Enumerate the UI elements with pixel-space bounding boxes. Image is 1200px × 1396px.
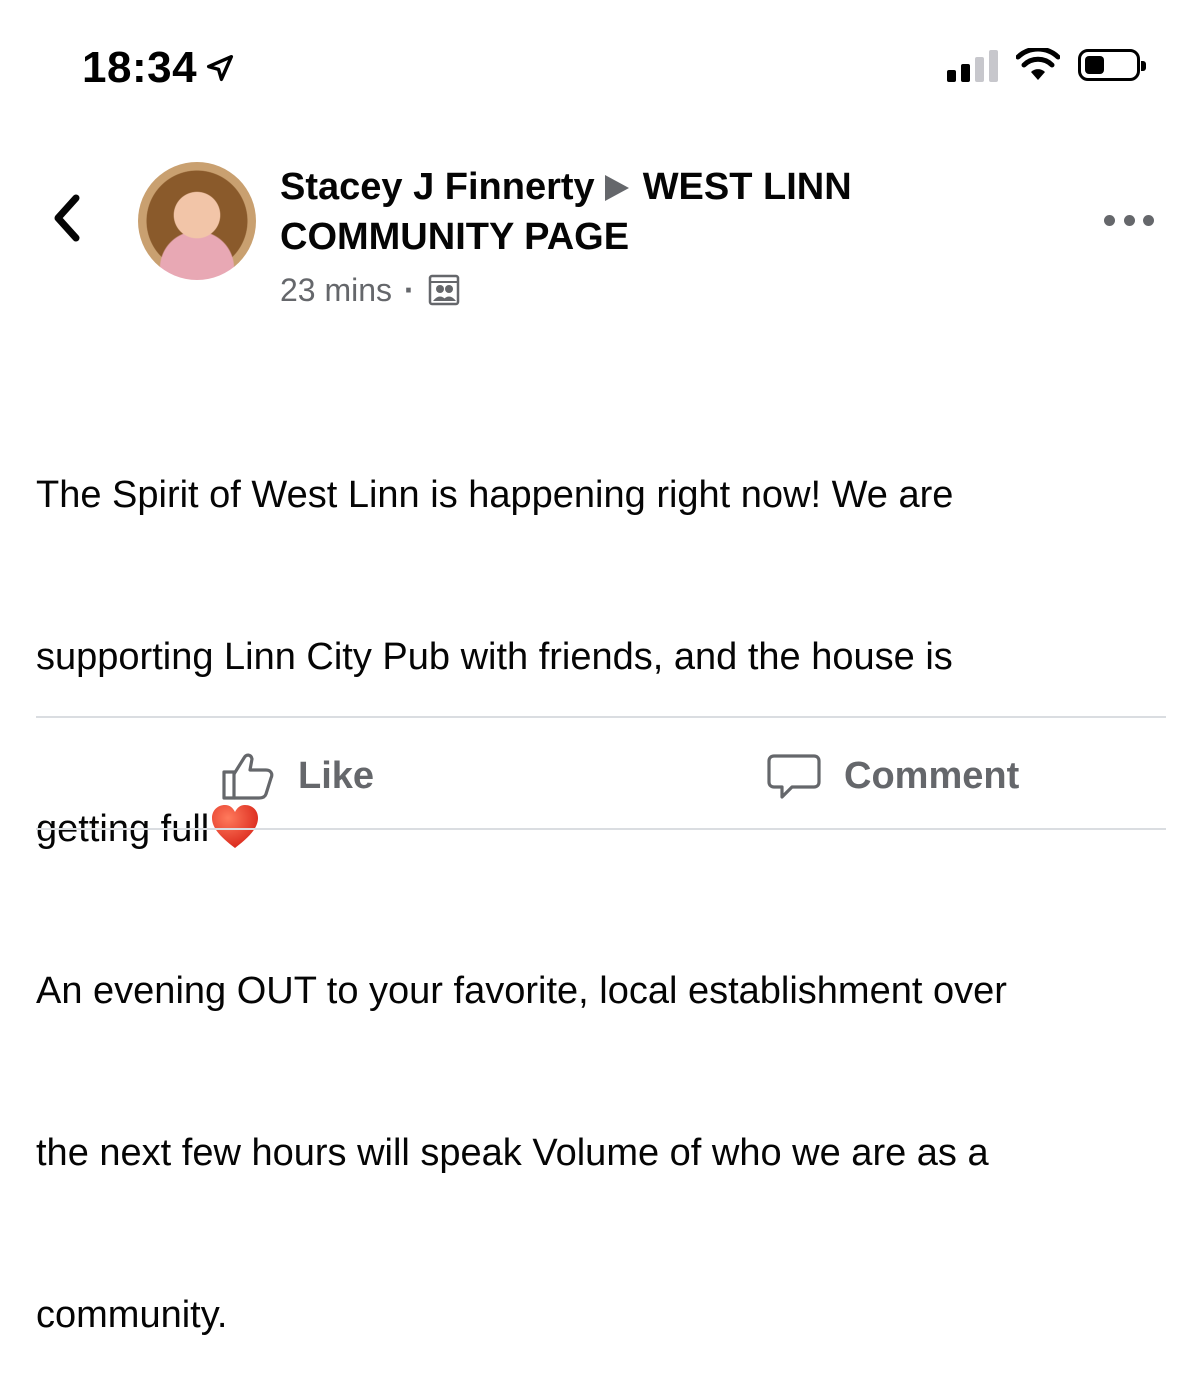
more-dot-icon: [1123, 214, 1135, 226]
post-text: The Spirit of West Linn is happening rig…: [36, 360, 1166, 1396]
post-text-line: the next few hours will speak Volume of …: [36, 1132, 989, 1174]
thumbs-up-icon: [222, 753, 274, 800]
wifi-icon: [1016, 48, 1060, 80]
status-time-text: 18:34: [82, 43, 198, 92]
more-options-button[interactable]: [1104, 205, 1154, 235]
author-avatar[interactable]: [138, 162, 256, 280]
meta-separator: ·: [404, 272, 415, 308]
comment-label: Comment: [844, 754, 1020, 797]
location-arrow-icon: [207, 54, 234, 82]
post-text-line: supporting Linn City Pub with friends, a…: [36, 636, 953, 678]
post-text-line: An evening OUT to your favorite, local e…: [36, 970, 1007, 1012]
post-text-line: community.: [36, 1294, 228, 1336]
status-indicators: [947, 48, 1146, 82]
comment-bubble-icon: [767, 754, 821, 799]
like-label: Like: [298, 754, 375, 797]
cellular-signal-icon: [947, 48, 998, 82]
author-name-link[interactable]: Stacey J Finnerty: [280, 166, 595, 208]
more-dot-icon: [1143, 214, 1154, 226]
battery-icon: [1078, 49, 1146, 81]
shared-to-arrow-icon: [604, 175, 629, 201]
post-meta: 23 mins ·: [280, 270, 1000, 310]
more-dot-icon: [1104, 214, 1115, 226]
actions-divider: [36, 716, 1166, 718]
group-members-icon: [428, 274, 459, 306]
post-text-line: The Spirit of West Linn is happening rig…: [36, 474, 954, 516]
battery-level: [1085, 56, 1104, 74]
like-button[interactable]: Like: [220, 748, 374, 804]
post-header: Stacey J Finnerty WEST LINN COMMUNITY PAGE…: [280, 162, 1000, 310]
post-timestamp[interactable]: 23 mins: [280, 270, 392, 310]
status-time: 18:34: [82, 42, 237, 94]
comment-button[interactable]: Comment: [766, 748, 1019, 804]
back-chevron-icon[interactable]: [46, 190, 86, 246]
author-and-group: Stacey J Finnerty WEST LINN COMMUNITY PAGE: [280, 162, 1000, 262]
bottom-divider: [36, 828, 1166, 830]
heart-emoji-icon: [212, 805, 259, 848]
